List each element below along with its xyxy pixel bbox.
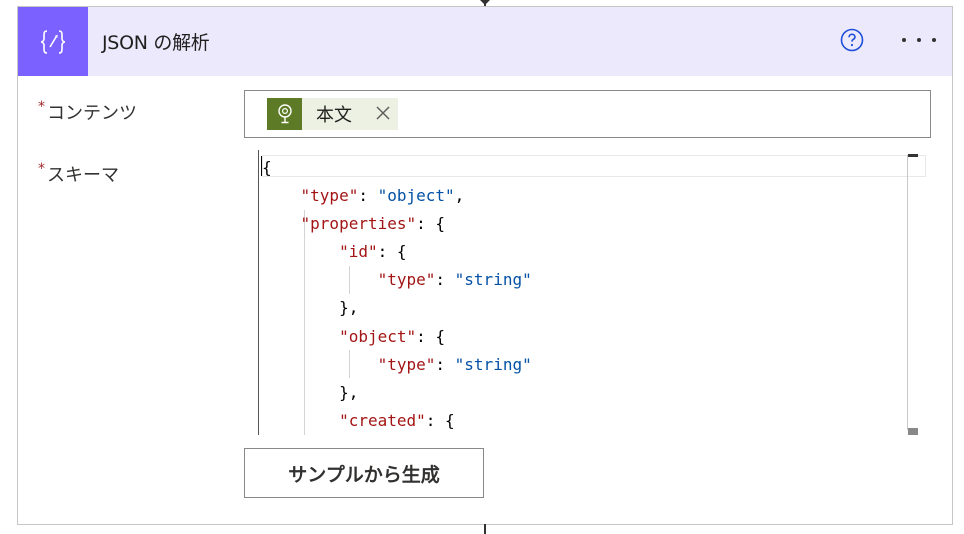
content-field-label: * コンテンツ: [38, 99, 137, 125]
dynamic-content-icon: [267, 98, 302, 130]
schema-code-editor[interactable]: { "type": "object", "properties": { "id"…: [258, 150, 933, 435]
schema-code-text[interactable]: { "type": "object", "properties": { "id"…: [262, 154, 532, 435]
code-line: "created": {: [339, 410, 455, 430]
code-line: "type": "string": [377, 354, 532, 374]
code-line: "type": "object",: [300, 186, 465, 206]
content-input[interactable]: 本文: [244, 90, 931, 138]
content-label-text: コンテンツ: [47, 103, 137, 124]
editor-scrollbar[interactable]: [907, 155, 908, 430]
code-line: "object": {: [339, 326, 446, 346]
required-marker: *: [38, 161, 45, 177]
flow-arrow-tip: [480, 0, 490, 5]
schema-label-text: スキーマ: [47, 165, 119, 186]
action-card-header[interactable]: JSON の解析: [18, 7, 952, 76]
close-icon[interactable]: [374, 104, 392, 122]
token-label: 本文: [316, 105, 352, 126]
code-line: {: [262, 158, 272, 177]
action-title: JSON の解析: [102, 32, 210, 54]
code-line: "properties": {: [300, 214, 446, 234]
scrollbar-bottom-marker: [908, 428, 918, 435]
parse-json-action-card: JSON の解析 * コンテンツ 本文 * スキーマ {"type": "ob…: [17, 6, 953, 525]
more-options-icon[interactable]: [902, 38, 936, 44]
code-line: },: [262, 382, 359, 402]
required-marker: *: [38, 99, 45, 115]
code-line: "type": "string": [377, 270, 532, 290]
code-line: "id": {: [339, 242, 407, 262]
scrollbar-top-marker: [908, 154, 918, 157]
text-cursor: [261, 156, 262, 176]
dynamic-content-token[interactable]: 本文: [267, 98, 398, 130]
help-icon[interactable]: [840, 28, 864, 52]
flow-connector-bottom: [484, 524, 486, 534]
editor-left-border: [258, 150, 259, 435]
generate-from-sample-button[interactable]: サンプルから生成: [244, 448, 484, 498]
code-line: },: [262, 298, 359, 318]
curly-braces-icon: [18, 7, 88, 76]
schema-field-label: * スキーマ: [38, 161, 119, 187]
